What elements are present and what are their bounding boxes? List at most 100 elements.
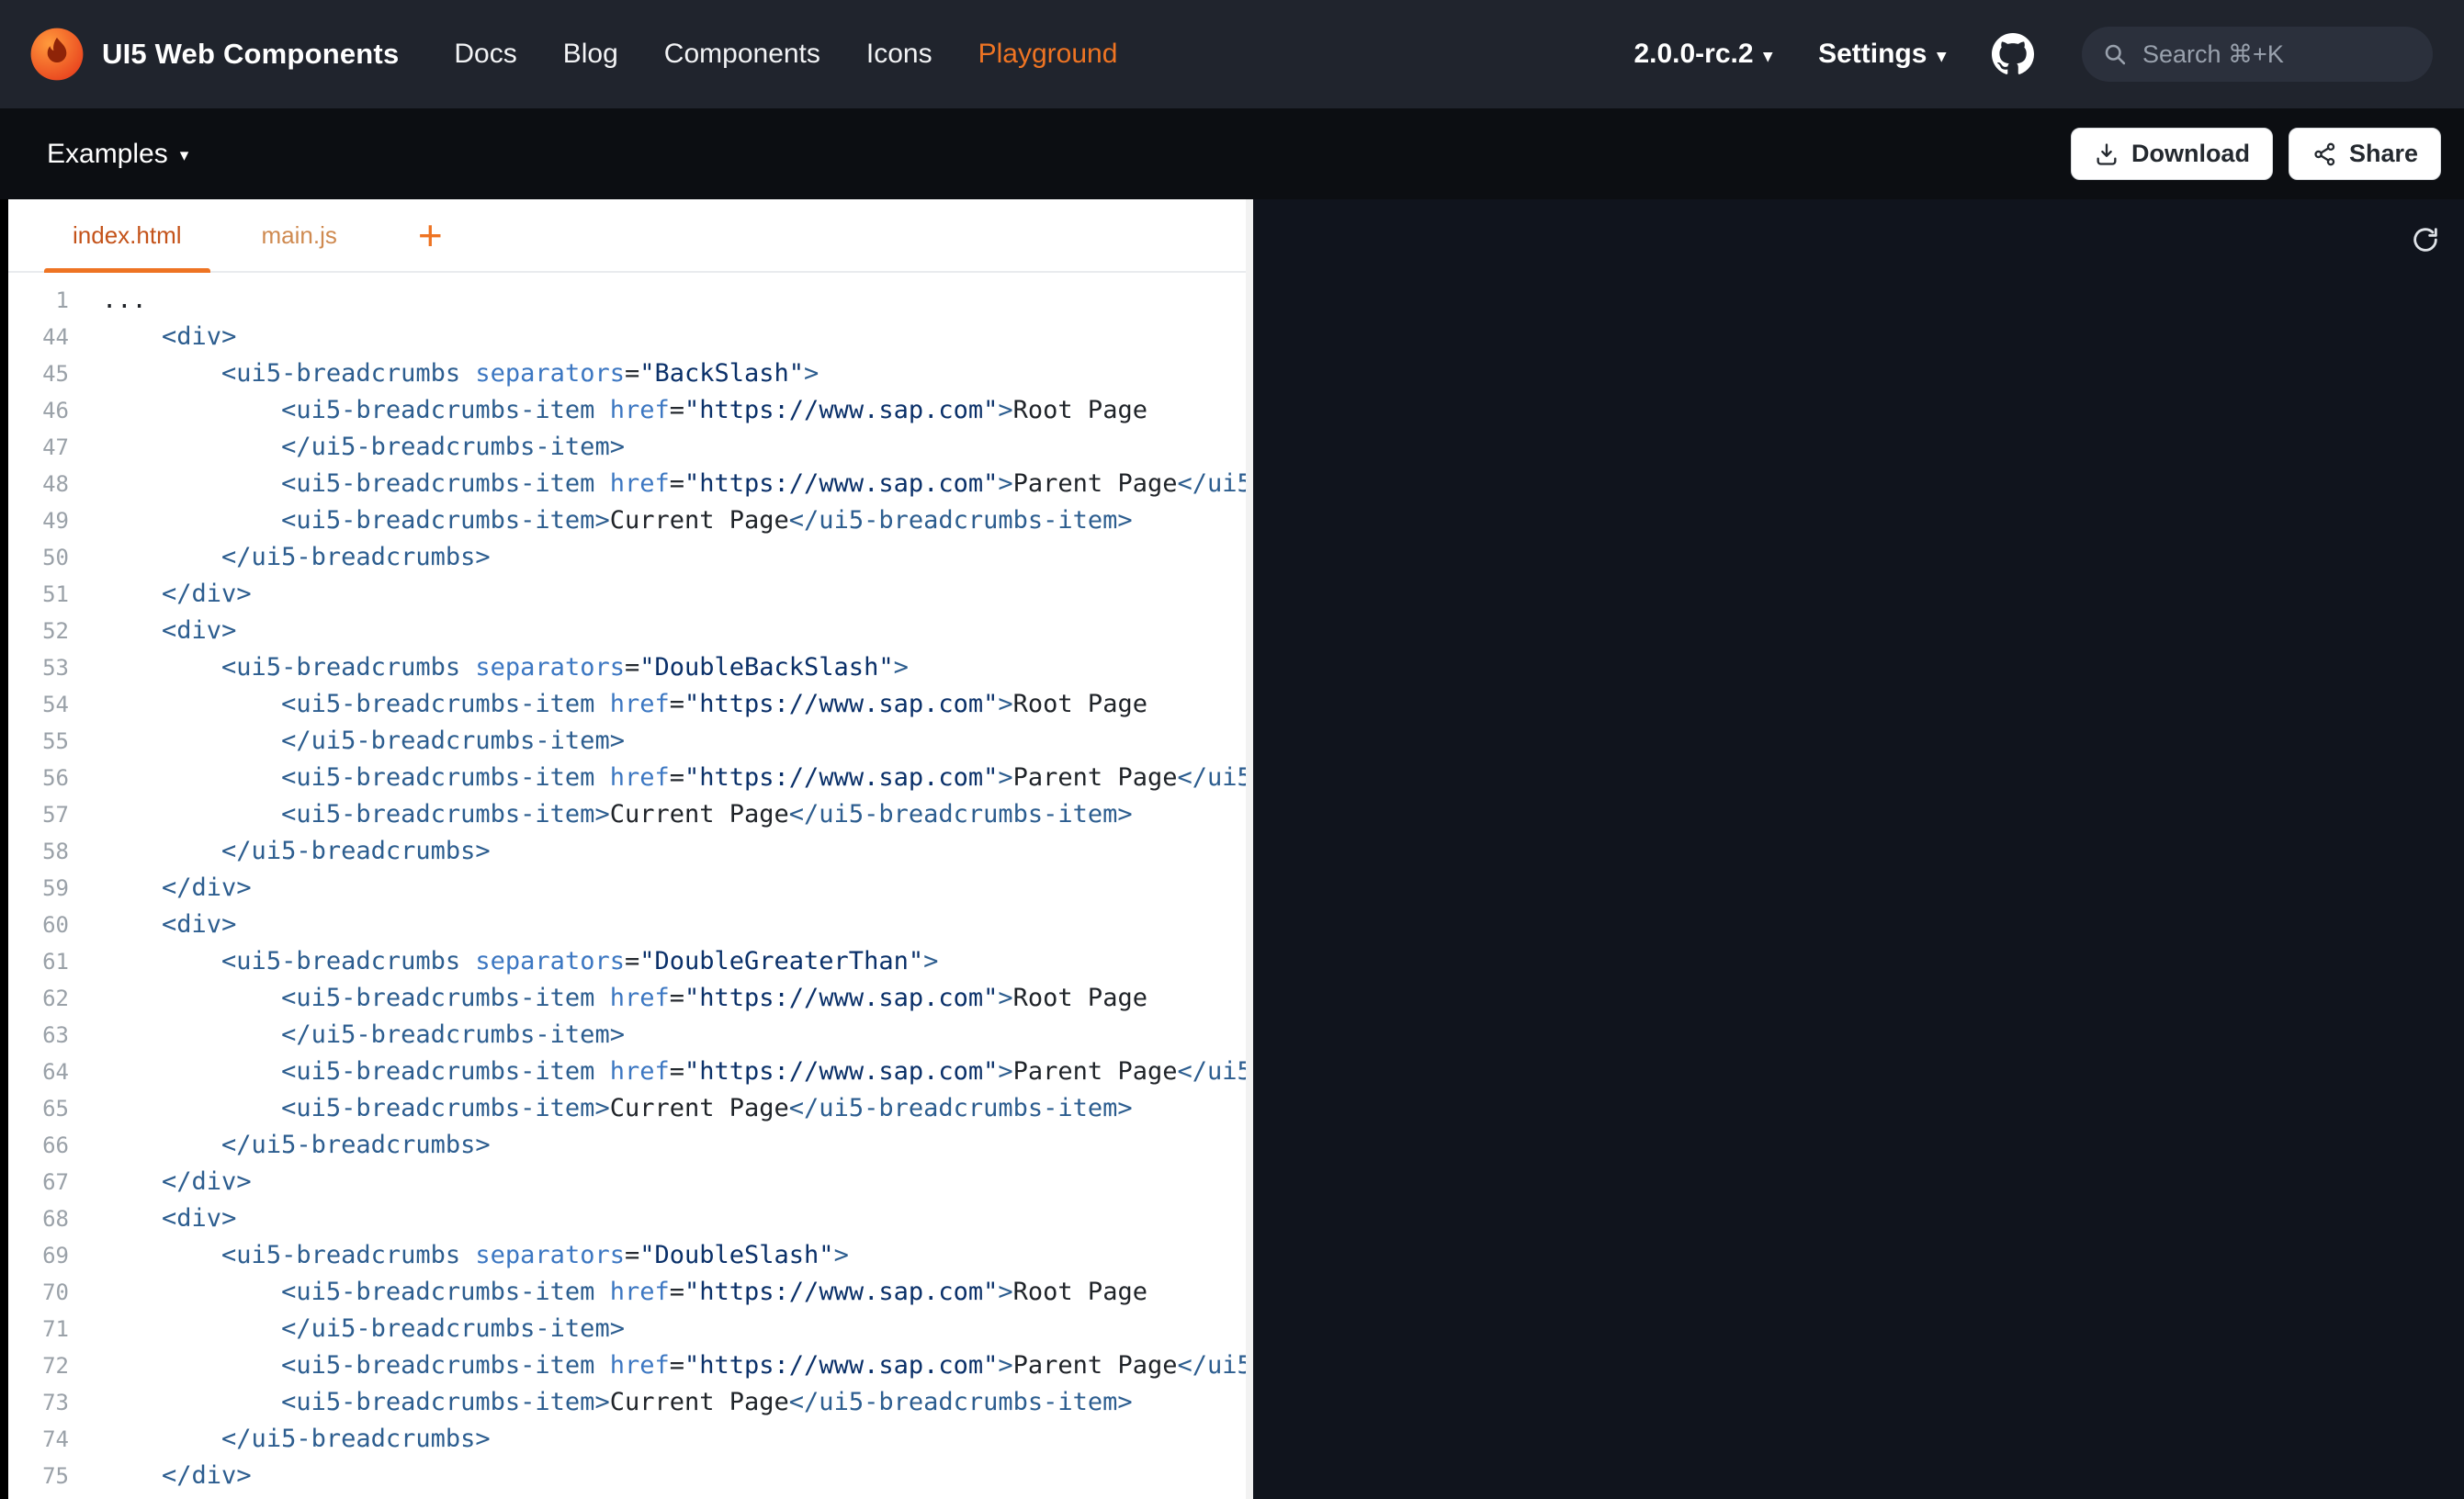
code-text: </ui5-breadcrumbs>: [102, 837, 491, 865]
code-line: 71 </ui5-breadcrumbs-item>: [8, 1311, 1246, 1347]
code-text: </ui5-breadcrumbs-item>: [102, 727, 625, 755]
version-dropdown[interactable]: 2.0.0-rc.2 ▾: [1633, 39, 1772, 70]
code-line: 49 <ui5-breadcrumbs-item>Current Page</u…: [8, 502, 1246, 539]
app: UI5 Web Components Docs Blog Components Ico…: [0, 0, 2464, 1499]
settings-label: Settings: [1818, 39, 1927, 70]
code-line: 69 <ui5-breadcrumbs separators="DoubleSl…: [8, 1237, 1246, 1274]
line-number: 52: [8, 613, 69, 649]
line-number: 57: [8, 796, 69, 833]
line-number: 56: [8, 760, 69, 796]
share-icon: [2311, 141, 2337, 167]
code-text: </ui5-breadcrumbs>: [102, 543, 491, 571]
code-text: <div>: [102, 616, 236, 645]
header-right: 2.0.0-rc.2 ▾ Settings ▾: [1633, 27, 2433, 82]
code-line: 61 <ui5-breadcrumbs separators="DoubleGr…: [8, 943, 1246, 980]
code-text: <ui5-breadcrumbs separators="DoubleGreat…: [102, 947, 938, 975]
line-number: 59: [8, 870, 69, 907]
code-line: 60 <div>: [8, 907, 1246, 943]
code-line: 52 <div>: [8, 613, 1246, 649]
line-number: 48: [8, 466, 69, 502]
code-text: <ui5-breadcrumbs-item href="https://www.…: [102, 984, 1147, 1012]
code-line: 74 </ui5-breadcrumbs>: [8, 1421, 1246, 1458]
nav-item-blog[interactable]: Blog: [563, 39, 618, 70]
nav-item-icons[interactable]: Icons: [866, 39, 932, 70]
code-text: <ui5-breadcrumbs-item href="https://www.…: [102, 1278, 1147, 1306]
line-number: 76: [8, 1494, 69, 1499]
brand[interactable]: UI5 Web Components: [28, 26, 399, 83]
line-number: 71: [8, 1311, 69, 1347]
github-link[interactable]: [1992, 33, 2034, 75]
code-line: 73 <ui5-breadcrumbs-item>Current Page</u…: [8, 1384, 1246, 1421]
code-line: 45 <ui5-breadcrumbs separators="BackSlas…: [8, 355, 1246, 392]
line-number: 49: [8, 502, 69, 539]
code-text: <ui5-breadcrumbs-item href="https://www.…: [102, 1351, 1246, 1380]
code-line: 46 <ui5-breadcrumbs-item href="https://w…: [8, 392, 1246, 429]
github-icon: [1992, 33, 2034, 75]
code-line: 55 </ui5-breadcrumbs-item>: [8, 723, 1246, 760]
editor-tab-bar: index.html main.js +: [8, 199, 1246, 273]
download-icon: [2094, 141, 2119, 167]
examples-dropdown[interactable]: Examples ▾: [47, 139, 188, 170]
code-line: 63 </ui5-breadcrumbs-item>: [8, 1017, 1246, 1054]
line-number: 62: [8, 980, 69, 1017]
search-box[interactable]: [2082, 27, 2433, 82]
nav-item-components[interactable]: Components: [664, 39, 820, 70]
code-text: <ui5-breadcrumbs-item>Current Page</ui5-…: [102, 800, 1133, 828]
code-text: </ui5-breadcrumbs>: [102, 1425, 491, 1453]
line-number: 58: [8, 833, 69, 870]
line-number: 63: [8, 1017, 69, 1054]
search-input[interactable]: [2141, 39, 2413, 70]
download-button[interactable]: Download: [2071, 128, 2273, 180]
preview-panel: [1253, 199, 2464, 1499]
editor-tab-index.html[interactable]: index.html: [44, 199, 210, 271]
refresh-button[interactable]: [2407, 221, 2444, 258]
share-button[interactable]: Share: [2289, 128, 2441, 180]
code-text: <ui5-breadcrumbs separators="DoubleBackS…: [102, 653, 909, 682]
code-text: </ui5-breadcrumbs-item>: [102, 433, 625, 461]
code-area[interactable]: 1...44 <div>45 <ui5-breadcrumbs separato…: [8, 273, 1246, 1499]
code-text: </ui5-breadcrumbs-item>: [102, 1314, 625, 1343]
nav-item-playground[interactable]: Playground: [978, 39, 1118, 70]
code-text: <ui5-breadcrumbs-item>Current Page</ui5-…: [102, 1388, 1133, 1416]
code-text: </div>: [102, 1167, 252, 1196]
chevron-down-icon: ▾: [1937, 46, 1946, 67]
code-line: 67 </div>: [8, 1164, 1246, 1200]
code-line: 47 </ui5-breadcrumbs-item>: [8, 429, 1246, 466]
top-navigation: UI5 Web Components Docs Blog Components Ico…: [0, 0, 2464, 108]
code-editor-panel: index.html main.js + 1...44 <div>45 <ui5-b…: [8, 199, 1246, 1499]
code-line: 65 <ui5-breadcrumbs-item>Current Page</u…: [8, 1090, 1246, 1127]
code-line: 70 <ui5-breadcrumbs-item href="https://w…: [8, 1274, 1246, 1311]
ui5-logo-icon: [28, 26, 85, 83]
panel-resize-handle[interactable]: [1246, 199, 1253, 1499]
code-line: 66 </ui5-breadcrumbs>: [8, 1127, 1246, 1164]
code-text: <ui5-breadcrumbs-item href="https://www.…: [102, 469, 1246, 498]
code-line: 54 <ui5-breadcrumbs-item href="https://w…: [8, 686, 1246, 723]
nav-item-docs[interactable]: Docs: [454, 39, 516, 70]
line-number: 53: [8, 649, 69, 686]
download-label: Download: [2131, 140, 2250, 168]
code-text: <ui5-breadcrumbs-item href="https://www.…: [102, 690, 1147, 718]
line-number: 46: [8, 392, 69, 429]
code-text: </div>: [102, 580, 252, 608]
line-number: 55: [8, 723, 69, 760]
code-line: 51 </div>: [8, 576, 1246, 613]
code-text: <ui5-breadcrumbs separators="DoubleSlash…: [102, 1241, 849, 1269]
editor-tab-main.js[interactable]: main.js: [233, 199, 366, 271]
line-number: 69: [8, 1237, 69, 1274]
code-text: <div>: [102, 322, 236, 351]
code-line: 68 <div>: [8, 1200, 1246, 1237]
code-line: 57 <ui5-breadcrumbs-item>Current Page</u…: [8, 796, 1246, 833]
code-text: </ui5-breadcrumbs-item>: [102, 1020, 625, 1049]
code-line: 64 <ui5-breadcrumbs-item href="https://w…: [8, 1054, 1246, 1090]
line-number: 44: [8, 319, 69, 355]
add-tab-button[interactable]: +: [411, 214, 450, 256]
code-line: 58 </ui5-breadcrumbs>: [8, 833, 1246, 870]
line-number: 51: [8, 576, 69, 613]
code-line: 56 <ui5-breadcrumbs-item href="https://w…: [8, 760, 1246, 796]
settings-dropdown[interactable]: Settings ▾: [1818, 39, 1946, 70]
line-number: 50: [8, 539, 69, 576]
chevron-down-icon: ▾: [1764, 46, 1773, 67]
examples-toolbar: Examples ▾ Download Share: [0, 108, 2464, 199]
line-number: 47: [8, 429, 69, 466]
line-number: 1: [8, 282, 69, 319]
